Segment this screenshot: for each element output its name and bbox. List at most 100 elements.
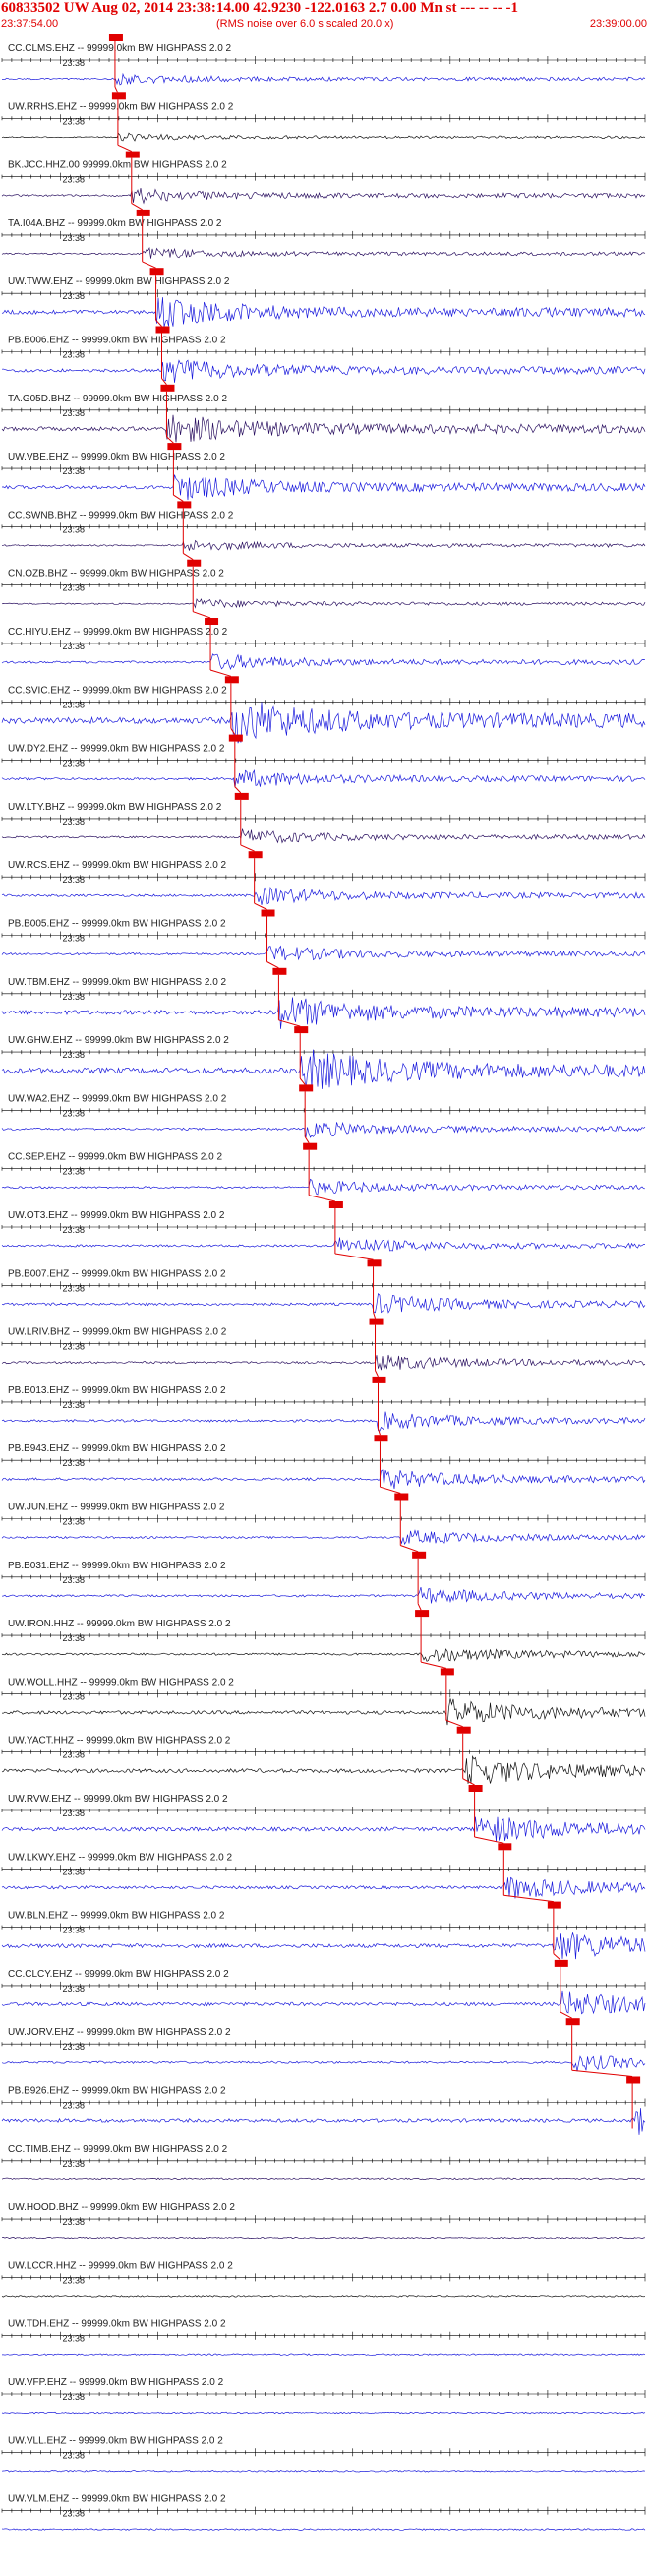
station-label: CN.OZB.BHZ -- 99999.0km BW HIGHPASS 2.0 … <box>8 569 224 580</box>
waveform-trace <box>1 2108 646 2135</box>
station-label: CC.SWNB.BHZ -- 99999.0km BW HIGHPASS 2.0… <box>8 510 234 521</box>
station-label: UW.VFP.EHZ -- 99999.0km BW HIGHPASS 2.0 … <box>8 2377 224 2388</box>
station-row: CC.CLCY.EHZ -- 99999.0km BW HIGHPASS 2.0… <box>1 1953 646 2015</box>
minute-tick-label: 23:38 <box>62 1517 85 1527</box>
phase-pick-marker <box>626 2076 641 2084</box>
station-row: UW.JORV.EHZ -- 99999.0km BW HIGHPASS 2.0… <box>1 2011 646 2072</box>
seismogram-record-section: CC.CLMS.EHZ -- 99999.0km BW HIGHPASS 2.0… <box>1 34 646 2531</box>
waveform-trace <box>1 1990 646 2015</box>
waveform-trace <box>1 1816 646 1842</box>
moveout-line <box>445 1719 463 1728</box>
phase-pick-marker <box>155 326 170 334</box>
waveform-trace <box>1 474 646 501</box>
station-label: TA.G05D.BHZ -- 99999.0km BW HIGHPASS 2.0… <box>8 394 227 404</box>
station-label: UW.HOOD.BHZ -- 99999.0km BW HIGHPASS 2.0… <box>8 2202 235 2213</box>
phase-pick-marker <box>294 1026 309 1034</box>
moveout-line <box>373 1312 376 1319</box>
station-row: UW.YACT.HHZ -- 99999.0km BW HIGHPASS 2.0… <box>1 1719 646 1784</box>
station-label: UW.DY2.EHZ -- 99999.0km BW HIGHPASS 2.0 … <box>8 744 225 755</box>
moveout-line <box>173 494 184 502</box>
minute-tick-label: 23:38 <box>62 408 85 418</box>
station-label: UW.GHW.EHZ -- 99999.0km BW HIGHPASS 2.0 … <box>8 1035 229 1046</box>
moveout-line <box>560 2011 572 2019</box>
minute-tick-label: 23:38 <box>62 1575 85 1585</box>
waveform-trace <box>1 359 646 383</box>
waveform-trace <box>1 72 646 86</box>
minute-tick-label: 23:38 <box>62 2392 85 2402</box>
minute-tick-label: 23:38 <box>62 350 85 360</box>
waveform-trace <box>1 1698 646 1726</box>
station-label: UW.WOLL.HHZ -- 99999.0km BW HIGHPASS 2.0… <box>8 1677 234 1687</box>
waveform-trace <box>1 2177 646 2181</box>
waveform-trace <box>1 886 646 905</box>
station-label: UW.TWW.EHZ -- 99999.0km BW HIGHPASS 2.0 … <box>8 276 230 287</box>
waveform-trace <box>1 247 646 259</box>
phase-pick-marker <box>468 1785 483 1792</box>
waveform-trace <box>1 828 646 844</box>
moveout-line <box>193 611 211 619</box>
waveform-trace <box>1 1354 646 1371</box>
moveout-line <box>375 1370 379 1378</box>
minute-tick-label: 23:38 <box>62 2159 85 2169</box>
waveform-trace <box>1 1469 646 1490</box>
minute-tick-label: 23:38 <box>62 58 85 68</box>
moveout-line <box>420 1661 446 1669</box>
waveform-trace <box>1 1237 645 1252</box>
waveform-trace <box>1 2411 646 2415</box>
waveform-trace <box>1 598 646 609</box>
minute-tick-label: 23:38 <box>62 1750 85 1760</box>
moveout-line <box>131 203 143 211</box>
waveform-trace <box>1 1876 646 1899</box>
station-label: UW.WA2.EHZ -- 99999.0km BW HIGHPASS 2.0 … <box>8 1093 227 1104</box>
waveform-trace <box>1 1648 646 1662</box>
station-row: UW.WA2.EHZ -- 99999.0km BW HIGHPASS 2.0 … <box>1 1077 646 1138</box>
minute-tick-label: 23:38 <box>62 1050 85 1060</box>
minute-tick-label: 23:38 <box>62 1400 85 1410</box>
waveform-trace <box>1 945 646 961</box>
waveform-trace <box>1 2295 646 2298</box>
station-label: UW.RCS.EHZ -- 99999.0km BW HIGHPASS 2.0 … <box>8 860 227 871</box>
moveout-line <box>503 1894 554 1903</box>
phase-pick-marker <box>372 1376 386 1383</box>
station-row: UW.JUN.EHZ -- 99999.0km BW HIGHPASS 2.0 … <box>1 1486 646 1546</box>
station-row: UW.VFP.EHZ -- 99999.0km BW HIGHPASS 2.0 … <box>1 2377 646 2415</box>
minute-tick-label: 23:38 <box>62 291 85 301</box>
station-label: UW.YACT.HHZ -- 99999.0km BW HIGHPASS 2.0… <box>8 1736 231 1747</box>
station-label: CC.CLMS.EHZ -- 99999.0km BW HIGHPASS 2.0… <box>8 43 232 54</box>
station-row: PB.B006.EHZ -- 99999.0km BW HIGHPASS 2.0… <box>1 319 646 383</box>
minute-tick-label: 23:38 <box>62 524 85 534</box>
minute-tick-label: 23:38 <box>62 1691 85 1701</box>
moveout-line <box>209 669 232 677</box>
phase-pick-marker <box>369 1318 384 1325</box>
minute-tick-label: 23:38 <box>62 817 85 827</box>
phase-pick-marker <box>108 34 123 41</box>
moveout-line <box>266 961 279 969</box>
station-label: UW.RVW.EHZ -- 99999.0km BW HIGHPASS 2.0 … <box>8 1794 228 1805</box>
station-row: CC.TIMB.EHZ -- 99999.0km BW HIGHPASS 2.0… <box>1 2144 646 2181</box>
phase-pick-marker <box>299 1084 314 1092</box>
phase-pick-marker <box>415 1610 430 1618</box>
minute-tick-label: 23:38 <box>62 233 85 243</box>
station-label: UW.VBE.EHZ -- 99999.0km BW HIGHPASS 2.0 … <box>8 452 225 462</box>
station-label: PB.B013.EHZ -- 99999.0km BW HIGHPASS 2.0… <box>8 1385 226 1396</box>
station-row: UW.TDH.EHZ -- 99999.0km BW HIGHPASS 2.0 … <box>1 2319 646 2356</box>
moveout-line <box>400 1545 419 1553</box>
waveform-trace <box>1 2353 646 2356</box>
station-row: CC.SVIC.EHZ -- 99999.0km BW HIGHPASS 2.0… <box>1 669 646 744</box>
moveout-line <box>309 1195 336 1202</box>
phase-pick-marker <box>228 734 243 742</box>
phase-pick-marker <box>248 851 263 859</box>
moveout-line <box>114 86 119 93</box>
station-row: PB.B005.EHZ -- 99999.0km BW HIGHPASS 2.0… <box>1 902 646 962</box>
minute-tick-label: 23:38 <box>62 1108 85 1118</box>
phase-pick-marker <box>111 92 126 100</box>
phase-pick-marker <box>224 676 239 684</box>
station-label: PB.B943.EHZ -- 99999.0km BW HIGHPASS 2.0… <box>8 1443 226 1454</box>
waveform-trace <box>1 1587 646 1604</box>
phase-pick-marker <box>125 151 140 158</box>
station-row: UW.RRHS.EHZ -- 99999.0km BW HIGHPASS 2.0… <box>1 86 646 146</box>
minute-tick-label: 23:38 <box>62 1867 85 1876</box>
station-row: UW.LTY.BHZ -- 99999.0km BW HIGHPASS 2.0 … <box>1 786 646 845</box>
minute-tick-label: 23:38 <box>62 642 85 651</box>
station-label: CC.HIYU.EHZ -- 99999.0km BW HIGHPASS 2.0… <box>8 627 228 638</box>
